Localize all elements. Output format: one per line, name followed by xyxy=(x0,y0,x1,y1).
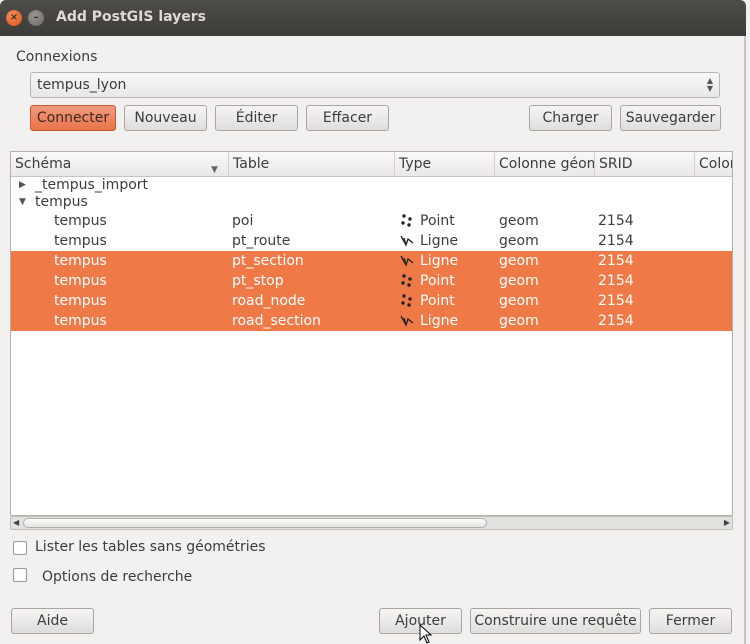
cell-srid: 2154 xyxy=(598,313,634,329)
cell-geom-column: geom xyxy=(499,313,539,329)
horizontal-scrollbar[interactable]: ◀ ▶ xyxy=(10,516,733,530)
cell-srid: 2154 xyxy=(598,213,634,229)
connection-select[interactable]: tempus_lyon ▲ ▼ xyxy=(30,72,720,98)
cell-table: pt_section xyxy=(232,253,304,269)
cell-geom-column: geom xyxy=(499,233,539,249)
collapse-arrow-icon[interactable]: ▼ xyxy=(19,194,26,211)
cell-table: pt_route xyxy=(232,233,291,249)
cell-schema: tempus xyxy=(54,253,107,269)
tree-group-row[interactable]: ▼ tempus xyxy=(11,194,732,211)
minimize-window-button[interactable]: – xyxy=(28,10,44,26)
table-row[interactable]: tempus pt_section Ligne geom 2154 xyxy=(11,251,732,271)
column-header-more[interactable]: Colon xyxy=(695,152,732,176)
cell-geom-column: geom xyxy=(499,293,539,309)
cell-srid: 2154 xyxy=(598,273,634,289)
column-header-schema[interactable]: Schéma ▼ xyxy=(11,152,229,176)
tree-header: Schéma ▼ Table Type Colonne géom SRID Col… xyxy=(11,152,732,177)
point-icon xyxy=(401,294,412,307)
cell-type: Point xyxy=(420,293,455,309)
cell-type: Ligne xyxy=(420,253,459,269)
cell-type: Point xyxy=(420,213,455,229)
cell-type: Ligne xyxy=(420,313,459,329)
window-border xyxy=(744,36,746,644)
list-tables-without-geometry-checkbox[interactable] xyxy=(13,541,27,555)
save-connections-button[interactable]: Sauvegarder xyxy=(620,105,721,131)
help-button[interactable]: Aide xyxy=(11,608,94,634)
load-connections-button[interactable]: Charger xyxy=(529,105,612,131)
search-options-toggle[interactable] xyxy=(13,568,27,582)
cell-schema: tempus xyxy=(54,293,107,309)
new-connection-button[interactable]: Nouveau xyxy=(124,105,207,131)
scroll-right-icon[interactable]: ▶ xyxy=(724,517,730,529)
cell-srid: 2154 xyxy=(598,233,634,249)
expand-arrow-icon[interactable]: ▶ xyxy=(19,177,26,194)
cell-schema: tempus xyxy=(54,313,107,329)
delete-connection-button[interactable]: Effacer xyxy=(306,105,389,131)
cell-table: road_section xyxy=(232,313,321,329)
column-header-geom-column[interactable]: Colonne géom xyxy=(495,152,595,176)
table-row[interactable]: tempus road_node Point geom 2154 xyxy=(11,291,732,311)
search-options-label[interactable]: Options de recherche xyxy=(42,569,192,585)
table-row[interactable]: tempus road_section Ligne geom 2154 xyxy=(11,311,732,331)
close-button[interactable]: Fermer xyxy=(649,608,732,634)
list-tables-without-geometry-label[interactable]: Lister les tables sans géométries xyxy=(35,539,266,555)
column-header-type[interactable]: Type xyxy=(395,152,495,176)
window-title: Add PostGIS layers xyxy=(56,9,206,25)
cell-table: pt_stop xyxy=(232,273,284,289)
column-header-srid[interactable]: SRID xyxy=(595,152,695,176)
point-icon xyxy=(401,214,412,227)
connect-button[interactable]: Connecter xyxy=(30,105,116,131)
cell-geom-column: geom xyxy=(499,213,539,229)
line-icon xyxy=(400,315,414,327)
cell-schema: tempus xyxy=(54,273,107,289)
edit-connection-button[interactable]: Éditer xyxy=(215,105,298,131)
connections-label: Connexions xyxy=(16,49,98,65)
select-arrows-icon: ▲ ▼ xyxy=(706,76,713,93)
build-query-button[interactable]: Construire une requête xyxy=(470,608,641,634)
line-icon xyxy=(400,235,414,247)
cell-table: road_node xyxy=(232,293,306,309)
table-row[interactable]: tempus pt_route Ligne geom 2154 xyxy=(11,231,732,251)
table-row[interactable]: tempus poi Point geom 2154 xyxy=(11,211,732,231)
scrollbar-thumb[interactable] xyxy=(23,518,487,528)
window-titlebar: × – Add PostGIS layers xyxy=(0,0,746,36)
cell-geom-column: geom xyxy=(499,273,539,289)
cell-geom-column: geom xyxy=(499,253,539,269)
cell-type: Point xyxy=(420,273,455,289)
column-header-schema-label: Schéma xyxy=(15,156,72,172)
scroll-left-icon[interactable]: ◀ xyxy=(13,517,19,529)
connection-select-value: tempus_lyon xyxy=(37,77,127,93)
cell-schema: tempus xyxy=(54,233,107,249)
group-name: tempus xyxy=(35,194,88,210)
tree-group-row[interactable]: ▶ _tempus_import xyxy=(11,177,732,194)
sort-arrow-icon: ▼ xyxy=(211,165,218,175)
mouse-cursor-icon xyxy=(419,624,433,644)
cell-srid: 2154 xyxy=(598,293,634,309)
cell-table: poi xyxy=(232,213,254,229)
layers-tree[interactable]: Schéma ▼ Table Type Colonne géom SRID Col… xyxy=(10,151,733,516)
column-header-table[interactable]: Table xyxy=(229,152,395,176)
cell-srid: 2154 xyxy=(598,253,634,269)
cell-schema: tempus xyxy=(54,213,107,229)
point-icon xyxy=(401,274,412,287)
group-name: _tempus_import xyxy=(35,177,149,193)
cell-type: Ligne xyxy=(420,233,459,249)
close-window-button[interactable]: × xyxy=(6,10,22,26)
table-row[interactable]: tempus pt_stop Point geom 2154 xyxy=(11,271,732,291)
line-icon xyxy=(400,255,414,267)
